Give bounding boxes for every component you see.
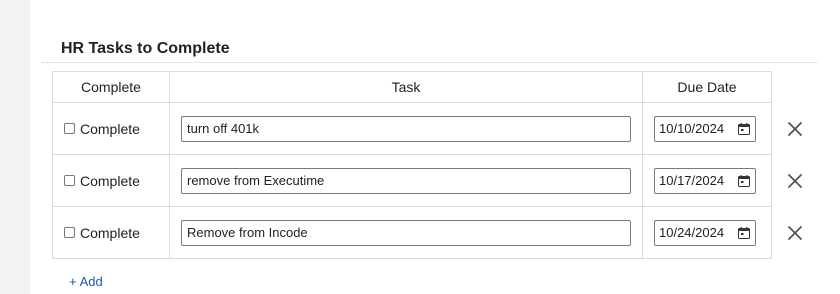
actions-cell [772,207,819,259]
remove-row-button[interactable] [780,166,810,196]
column-header-actions [772,72,819,103]
complete-checkbox-group[interactable]: Complete [53,121,169,137]
close-icon[interactable] [788,121,802,136]
table-row: Complete turn off 401k 10/10/2024 [52,102,819,155]
due-date-cell: 10/10/2024 [642,102,772,155]
complete-cell: Complete [52,102,170,155]
task-input[interactable]: Remove from Incode [181,219,631,246]
close-icon[interactable] [788,225,802,240]
task-cell: turn off 401k [169,102,643,155]
due-date-input[interactable]: 10/17/2024 [654,167,756,194]
complete-checkbox[interactable] [64,227,75,238]
remove-row-button[interactable] [780,114,810,144]
complete-cell: Complete [52,206,170,259]
close-icon[interactable] [788,173,802,188]
column-header-complete: Complete [52,71,170,103]
complete-checkbox-group[interactable]: Complete [53,173,169,189]
due-date-value[interactable]: 10/17/2024 [659,173,724,188]
table-header-row: Complete Task Due Date [52,71,819,103]
form-panel: HR Tasks to Complete Complete Task Due D… [30,0,840,294]
task-cell: Remove from Incode [169,206,643,259]
hr-tasks-table: Complete Task Due Date Complete turn off… [52,71,819,259]
due-date-input[interactable]: 10/24/2024 [654,219,756,246]
calendar-icon[interactable] [738,226,750,239]
complete-cell: Complete [52,154,170,207]
column-header-task: Task [169,71,643,103]
calendar-icon[interactable] [738,122,750,135]
due-date-cell: 10/24/2024 [642,206,772,259]
table-row: Complete remove from Executime 10/17/202… [52,154,819,207]
actions-cell [772,155,819,207]
task-input[interactable]: turn off 401k [181,115,631,142]
task-cell: remove from Executime [169,154,643,207]
due-date-value[interactable]: 10/10/2024 [659,121,724,136]
complete-checkbox[interactable] [64,175,75,186]
due-date-cell: 10/17/2024 [642,154,772,207]
due-date-value[interactable]: 10/24/2024 [659,225,724,240]
task-input[interactable]: remove from Executime [181,167,631,194]
plus-icon[interactable]: + [69,274,77,289]
complete-checkbox-group[interactable]: Complete [53,225,169,241]
remove-row-button[interactable] [780,218,810,248]
calendar-icon[interactable] [738,174,750,187]
complete-checkbox-label[interactable]: Complete [80,173,140,189]
section-divider [42,62,818,63]
complete-checkbox-label[interactable]: Complete [80,121,140,137]
add-task-link[interactable]: + Add [69,274,103,289]
section-title: HR Tasks to Complete [61,40,230,57]
column-header-due-date: Due Date [642,71,772,103]
add-task-label[interactable]: Add [80,274,103,289]
table-row: Complete Remove from Incode 10/24/2024 [52,206,819,259]
complete-checkbox[interactable] [64,123,75,134]
actions-cell [772,103,819,155]
complete-checkbox-label[interactable]: Complete [80,225,140,241]
due-date-input[interactable]: 10/10/2024 [654,115,756,142]
